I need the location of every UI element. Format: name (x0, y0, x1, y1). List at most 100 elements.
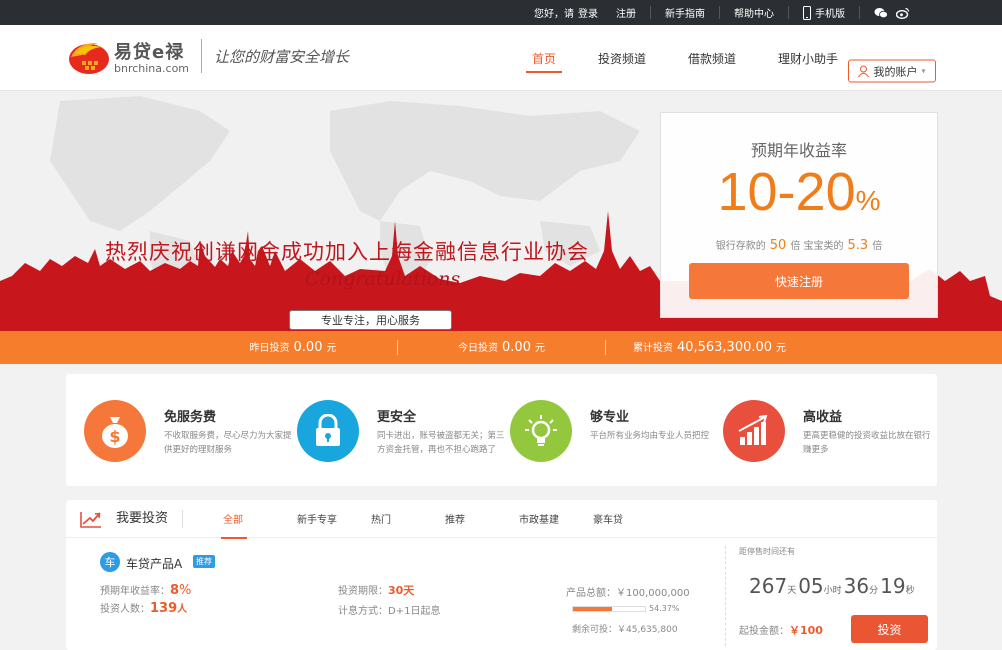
remain-label: 剩余可投： (572, 625, 618, 635)
yield-compare: 银行存款的 50 倍 宝宝类的 5.3 倍 (661, 237, 937, 253)
tab-municipal[interactable]: 市政基建 (519, 500, 593, 538)
yield-unit: % (855, 185, 881, 216)
logo[interactable]: 易贷e禄 bnrchina.com 让您的财富安全增长 (68, 37, 349, 75)
term-value: 30天 (388, 584, 415, 597)
tab-recommended[interactable]: 推荐 (445, 500, 519, 538)
feature-title: 免服务费 (164, 410, 217, 425)
compare-prefix: 银行存款的 (715, 241, 766, 252)
investors-unit: 人 (177, 604, 188, 615)
compare-bank-multiple: 50 (769, 238, 787, 253)
feature-desc: 更高更稳健的投资收益比放在银行赚更多 (803, 431, 931, 455)
nav-invest[interactable]: 投资频道 (598, 25, 646, 91)
lock-icon (297, 400, 359, 462)
yield-label: 预期年收益率 (750, 141, 847, 160)
register-link[interactable]: 注册 (616, 5, 636, 20)
rate-label: 预期年收益率： (100, 586, 170, 597)
rate-unit: % (179, 583, 192, 598)
stat-unit: 元 (326, 343, 337, 354)
invest-panel: 我要投资 全部 新手专享 热门 推荐 市政基建 豪车贷 车 车贷产品A 推荐 预… (66, 500, 937, 650)
invest-tabs: 全部 新手专享 热门 推荐 市政基建 豪车贷 (221, 500, 667, 539)
countdown-minutes-unit: 分 (869, 586, 879, 596)
invest-title: 我要投资 (116, 509, 184, 528)
site-header: 易贷e禄 bnrchina.com 让您的财富安全增长 首页 投资频道 借款频道… (0, 25, 1002, 91)
svg-text:$: $ (109, 427, 120, 446)
yield-value: 10-20% (661, 161, 937, 223)
countdown-days-unit: 天 (787, 586, 797, 596)
main-nav: 首页 投资频道 借款频道 理财小助手 (525, 25, 880, 91)
logo-name: 易贷e禄 (114, 41, 185, 63)
investors-value: 139 (150, 601, 178, 616)
stat-unit: 元 (776, 343, 787, 354)
nav-home[interactable]: 首页 (525, 25, 563, 91)
login-link[interactable]: 登录 (578, 5, 598, 20)
countdown-label: 距停售时间还有 (739, 547, 795, 556)
guide-link[interactable]: 新手指南 (650, 6, 719, 20)
weibo-icon[interactable] (896, 7, 910, 19)
logo-url: bnrchina.com (114, 61, 190, 75)
countdown-seconds-unit: 秒 (905, 586, 915, 596)
mobile-label: 手机版 (815, 9, 845, 20)
feature-no-fee: $ 免服务费不收取服务费，尽心尽力为大家提供更好的理财服务 (84, 400, 297, 486)
wechat-icon[interactable] (874, 7, 888, 19)
feature-desc: 平台所有业务均由专业人员把控 (590, 431, 710, 441)
stat-yesterday: 昨日投资 0.00 元 (189, 340, 397, 355)
rate-value: 8 (170, 583, 180, 598)
product-name[interactable]: 车贷产品A (126, 555, 182, 572)
feature-desc: 不收取服务费，尽心尽力为大家提供更好的理财服务 (164, 431, 292, 455)
compare-baobao-multiple: 5.3 (847, 238, 869, 253)
product-term: 投资期限：30天 (338, 582, 414, 598)
method-value: D+1日起息 (388, 606, 441, 617)
nav-borrow[interactable]: 借款频道 (688, 25, 736, 91)
yield-number: 10-20 (717, 162, 856, 222)
tab-newbie[interactable]: 新手专享 (297, 500, 371, 538)
min-value: ￥100 (789, 624, 823, 637)
account-dropdown[interactable]: 我的账户 ▾ (848, 59, 936, 83)
recommended-badge: 推荐 (193, 555, 215, 568)
countdown-seconds: 19 (880, 574, 906, 598)
feature-high-return: 高收益 更高更稳健的投资收益比放在银行赚更多 (723, 400, 936, 486)
divider (725, 546, 726, 646)
tab-luxury-car[interactable]: 豪车贷 (593, 500, 667, 538)
top-bar: 您好，请 登录 注册 新手指南 帮助中心 手机版 (0, 0, 1002, 25)
feature-title: 够专业 (590, 410, 630, 425)
nav-assistant[interactable]: 理财小助手 (778, 25, 838, 91)
product-investors: 投资人数：139人 (100, 600, 187, 616)
product-remaining: 剩余可投：￥45,635,800 (572, 622, 678, 635)
tab-hot[interactable]: 热门 (371, 500, 445, 538)
remain-value: ￥45,635,800 (617, 625, 678, 635)
stat-unit: 元 (534, 343, 545, 354)
quick-register-button[interactable]: 快速注册 (689, 263, 909, 299)
stats-bar: 昨日投资 0.00 元 今日投资 0.00 元 累计投资 40,563,300.00 元 (0, 331, 1002, 364)
term-label: 投资期限： (338, 586, 388, 597)
car-category-icon: 车 (100, 552, 120, 572)
method-label: 计息方式： (338, 606, 388, 617)
bar-chart-icon (723, 400, 785, 462)
login-area: 您好，请 登录 注册 (520, 5, 650, 20)
mobile-link[interactable]: 手机版 (788, 5, 859, 20)
yield-card: 预期年收益率 10-20% 银行存款的 50 倍 宝宝类的 5.3 倍 快速注册 (660, 112, 938, 318)
progress-fill (573, 607, 613, 611)
banner-congrats: Congratulations (305, 268, 461, 290)
compare-suffix: 倍 (872, 241, 883, 252)
progress-percent: 54.37% (649, 604, 680, 613)
guide-label: 新手指南 (665, 9, 705, 20)
help-label: 帮助中心 (734, 9, 774, 20)
features-panel: $ 免服务费不收取服务费，尽心尽力为大家提供更好的理财服务 更安全 同卡进出，账号… (66, 374, 937, 486)
tab-all[interactable]: 全部 (221, 500, 297, 539)
invest-button[interactable]: 投资 (851, 615, 928, 643)
product-method: 计息方式：D+1日起息 (338, 602, 440, 617)
total-label: 产品总额： (566, 588, 616, 599)
help-link[interactable]: 帮助中心 (719, 6, 788, 20)
stat-value: 0.00 (293, 340, 323, 355)
stat-label: 今日投资 (458, 343, 499, 354)
greeting-text: 您好，请 (534, 9, 574, 20)
countdown-timer: 267 天 05 小时 36 分 19 秒 (749, 574, 917, 598)
banner-tagline: 专业专注，用心服务 (289, 310, 452, 330)
lightbulb-icon (510, 400, 572, 462)
stat-value: 40,563,300.00 (676, 340, 773, 355)
feature-title: 更安全 (377, 410, 417, 425)
feature-safe: 更安全 同卡进出，账号被盗都无关；第三方资金托管，再也不担心跑路了 (297, 400, 510, 486)
min-label: 起投金额： (739, 626, 789, 637)
account-label: 我的账户 (873, 65, 918, 78)
stat-today: 今日投资 0.00 元 (397, 340, 605, 355)
